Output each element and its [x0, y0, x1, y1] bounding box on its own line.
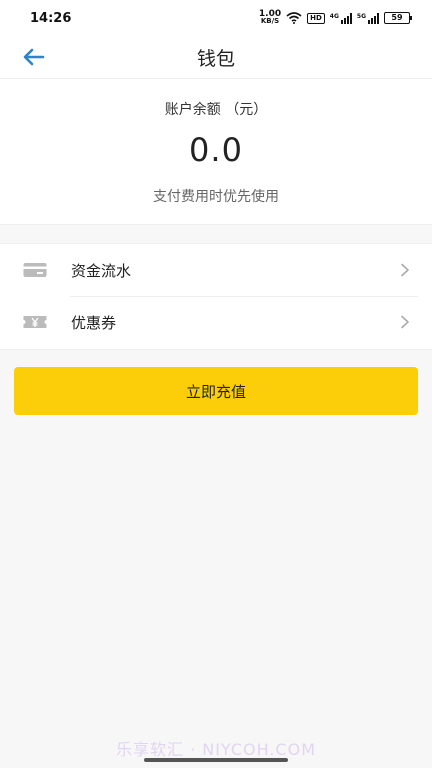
status-icons: 1.00 KB/S HD 4G 5G 59 — [259, 10, 412, 25]
menu-label-coupons: 优惠券 — [71, 313, 117, 332]
chevron-right-icon — [401, 263, 409, 277]
battery-level: 59 — [391, 13, 403, 22]
battery-icon: 59 — [384, 12, 412, 24]
coupon-icon — [23, 316, 47, 328]
chevron-right-icon — [401, 315, 409, 329]
signal-icon-5g: 5G — [356, 12, 379, 24]
net-speed: 1.00 KB/S — [259, 10, 281, 25]
menu-item-transactions[interactable]: 资金流水 — [0, 244, 432, 296]
signal-label-5g: 5G — [356, 12, 366, 20]
nav-bar: 钱包 — [0, 36, 432, 79]
wifi-icon — [286, 12, 302, 24]
menu-list: 资金流水 优惠券 — [0, 243, 432, 350]
balance-card: 账户余额 （元） 0.0 支付费用时优先使用 — [0, 79, 432, 225]
hd-badge: HD — [307, 12, 325, 24]
balance-value: 0.0 — [189, 131, 243, 169]
recharge-button[interactable]: 立即充值 — [14, 367, 418, 415]
signal-label-4g: 4G — [329, 12, 339, 20]
balance-label: 账户余额 （元） — [164, 102, 268, 118]
status-bar: 14:26 1.00 KB/S HD 4G 5G 59 — [0, 0, 432, 36]
card-icon — [23, 263, 47, 277]
signal-icon-4g: 4G — [329, 12, 352, 24]
menu-label-transactions: 资金流水 — [71, 261, 132, 280]
menu-item-coupons[interactable]: 优惠券 — [0, 296, 432, 348]
status-time: 14:26 — [30, 10, 72, 26]
page-title: 钱包 — [196, 48, 235, 70]
watermark: 乐享软汇 · NIYCOH.COM — [115, 740, 317, 759]
home-indicator[interactable] — [144, 758, 288, 762]
balance-note: 支付费用时优先使用 — [153, 189, 279, 205]
net-speed-unit: KB/S — [260, 17, 280, 25]
